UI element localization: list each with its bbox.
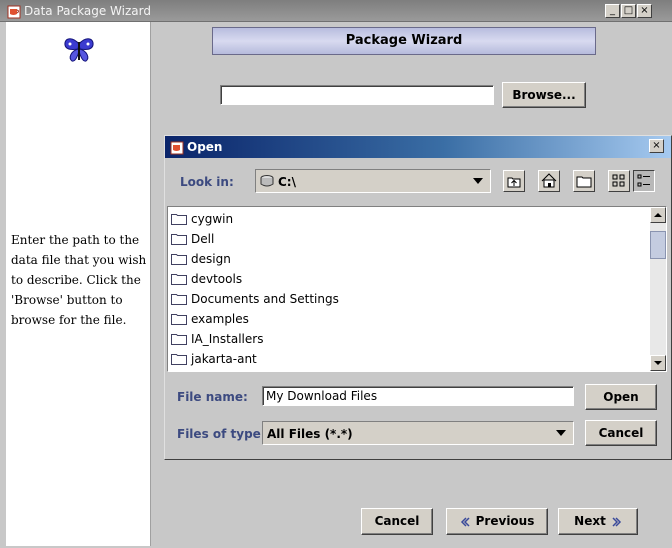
- chevron-right-icon: [612, 516, 621, 527]
- home-button[interactable]: [538, 170, 560, 192]
- main-title-bar[interactable]: Data Package Wizard _ □ ×: [0, 0, 672, 22]
- previous-button[interactable]: Previous: [446, 508, 548, 535]
- up-folder-button[interactable]: [503, 170, 525, 192]
- maximize-button[interactable]: □: [621, 4, 636, 18]
- next-label: Next: [574, 514, 606, 528]
- new-folder-icon: [576, 176, 592, 188]
- list-item[interactable]: design: [171, 249, 231, 269]
- file-name: design: [191, 252, 231, 266]
- dialog-title: Open: [187, 140, 223, 154]
- open-dialog: Open × Look in: C:\ cygwin Dell design d…: [164, 135, 672, 460]
- scroll-down-button[interactable]: [650, 355, 666, 371]
- file-name-field[interactable]: My Download Files: [262, 386, 574, 406]
- file-name: Documents and Settings: [191, 292, 339, 306]
- look-in-combo[interactable]: C:\: [255, 169, 491, 193]
- vertical-scrollbar[interactable]: [650, 207, 666, 371]
- minimize-button[interactable]: _: [605, 4, 620, 18]
- cancel-button[interactable]: Cancel: [361, 508, 433, 535]
- dialog-cancel-button[interactable]: Cancel: [585, 420, 657, 446]
- dialog-close-button[interactable]: ×: [649, 139, 664, 153]
- folder-icon: [171, 354, 187, 365]
- scroll-up-button[interactable]: [650, 207, 666, 223]
- open-button[interactable]: Open: [585, 384, 657, 410]
- list-item[interactable]: jakarta-ant: [171, 349, 257, 369]
- file-name: cygwin: [191, 212, 234, 226]
- file-path-input[interactable]: [220, 85, 494, 105]
- page-title-banner: Package Wizard: [212, 27, 596, 55]
- folder-icon: [171, 294, 187, 305]
- window-title: Data Package Wizard: [24, 4, 151, 18]
- hard-drive-icon: [260, 175, 274, 187]
- files-of-type-value: All Files (*.*): [267, 427, 353, 441]
- close-button[interactable]: ×: [637, 4, 652, 18]
- list-item[interactable]: Documents and Settings: [171, 289, 339, 309]
- folder-icon: [171, 234, 187, 245]
- look-in-label: Look in:: [180, 175, 234, 189]
- folder-icon: [171, 254, 187, 265]
- next-button[interactable]: Next: [558, 508, 638, 535]
- arrow-down-icon: [654, 361, 662, 365]
- dialog-title-bar[interactable]: Open ×: [165, 136, 671, 158]
- arrow-up-icon: [654, 213, 662, 217]
- folder-icon: [171, 314, 187, 325]
- chevron-left-icon: [460, 516, 470, 527]
- list-item[interactable]: Dell: [171, 229, 214, 249]
- file-name: jakarta-ant: [191, 352, 257, 366]
- file-name: devtools: [191, 272, 243, 286]
- folder-icon: [171, 334, 187, 345]
- instructions-text: Enter the path to the data file that you…: [11, 233, 147, 327]
- files-of-type-combo[interactable]: All Files (*.*): [262, 421, 574, 445]
- butterfly-logo-icon: [64, 38, 94, 62]
- details-view-button[interactable]: [633, 170, 655, 192]
- list-item[interactable]: examples: [171, 309, 249, 329]
- folder-icon: [171, 274, 187, 285]
- look-in-value: C:\: [278, 175, 296, 189]
- file-name: examples: [191, 312, 249, 326]
- files-of-type-label: Files of type:: [177, 427, 266, 441]
- java-cup-icon: [7, 5, 21, 19]
- list-item[interactable]: cygwin: [171, 209, 233, 229]
- new-folder-button[interactable]: [573, 170, 595, 192]
- java-cup-icon: [170, 141, 184, 155]
- file-name-label: File name:: [177, 390, 248, 404]
- file-list[interactable]: cygwin Dell design devtools Documents an…: [167, 206, 667, 372]
- chevron-down-icon: [556, 430, 566, 436]
- file-name: IA_Installers: [191, 332, 264, 346]
- page-title: Package Wizard: [345, 33, 463, 48]
- left-panel: Enter the path to the data file that you…: [6, 22, 151, 546]
- previous-label: Previous: [475, 514, 535, 528]
- list-view-button[interactable]: [608, 170, 630, 192]
- list-item[interactable]: IA_Installers: [171, 329, 263, 349]
- scroll-thumb[interactable]: [650, 231, 666, 259]
- browse-button[interactable]: Browse...: [502, 82, 586, 108]
- list-item[interactable]: devtools: [171, 269, 242, 289]
- home-icon: [541, 173, 557, 188]
- list-view-icon: [612, 174, 625, 187]
- up-folder-icon: [507, 177, 521, 188]
- folder-icon: [171, 214, 187, 225]
- file-name: Dell: [191, 232, 215, 246]
- chevron-down-icon: [473, 178, 483, 184]
- details-view-icon: [637, 174, 650, 187]
